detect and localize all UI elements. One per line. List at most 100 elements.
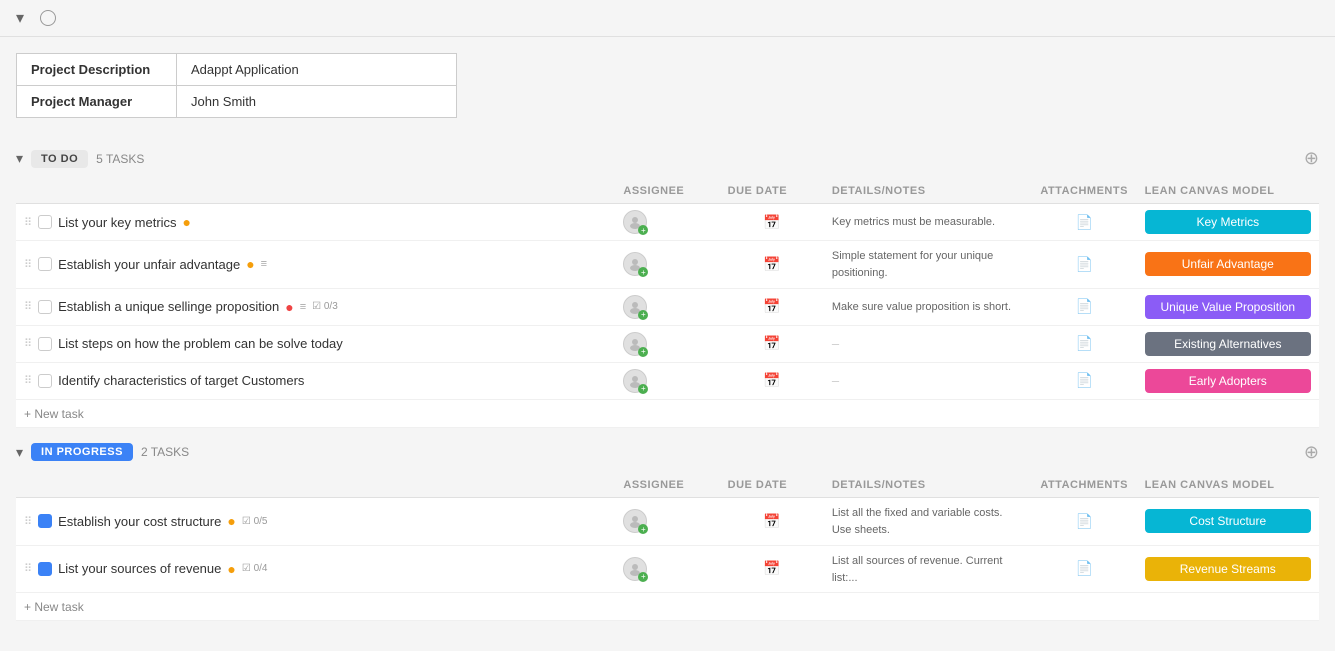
- add-assignee-icon[interactable]: +: [638, 225, 648, 235]
- avatar[interactable]: +: [623, 252, 647, 276]
- add-assignee-icon[interactable]: +: [638, 572, 648, 582]
- attachment-icon[interactable]: 📄: [1076, 560, 1093, 576]
- calendar-icon[interactable]: 📅: [763, 298, 780, 314]
- drag-handle[interactable]: ⠿: [24, 515, 32, 528]
- assignee-col-header: ASSIGNEE: [615, 473, 719, 498]
- avatar[interactable]: +: [623, 210, 647, 234]
- new-task-link[interactable]: + New task: [24, 600, 84, 614]
- due-date-cell[interactable]: 📅: [720, 204, 824, 241]
- add-assignee-icon[interactable]: +: [638, 267, 648, 277]
- attachments-cell[interactable]: 📄: [1032, 204, 1136, 241]
- table-row: ⠿ List steps on how the problem can be s…: [16, 325, 1319, 362]
- attachment-icon[interactable]: 📄: [1076, 256, 1093, 272]
- assignee-cell[interactable]: +: [615, 325, 719, 362]
- tasks-table-todo: ASSIGNEEDUE DATEDETAILS/NOTESATTACHMENTS…: [16, 179, 1319, 428]
- task-name: List your key metrics: [58, 215, 176, 230]
- details-col-header: DETAILS/NOTES: [824, 473, 1032, 498]
- new-task-link[interactable]: + New task: [24, 407, 84, 421]
- avatar[interactable]: +: [623, 332, 647, 356]
- assignee-cell[interactable]: +: [615, 241, 719, 289]
- task-count-inprogress: 2 TASKS: [141, 445, 189, 459]
- avatar[interactable]: +: [623, 369, 647, 393]
- calendar-icon[interactable]: 📅: [763, 513, 780, 529]
- project-info-label: Project Manager: [17, 86, 177, 118]
- task-checkbox[interactable]: [38, 337, 52, 351]
- details-cell: –: [824, 362, 1032, 399]
- due-date-cell[interactable]: 📅: [720, 545, 824, 593]
- drag-handle[interactable]: ⠿: [24, 374, 32, 387]
- attachments-cell[interactable]: 📄: [1032, 362, 1136, 399]
- due-date-cell[interactable]: 📅: [720, 288, 824, 325]
- attachment-icon[interactable]: 📄: [1076, 335, 1093, 351]
- attachments-cell[interactable]: 📄: [1032, 497, 1136, 545]
- assignee-cell[interactable]: +: [615, 362, 719, 399]
- due-date-cell[interactable]: 📅: [720, 497, 824, 545]
- attachment-icon[interactable]: 📄: [1076, 298, 1093, 314]
- attachment-icon[interactable]: 📄: [1076, 513, 1093, 529]
- add-assignee-icon[interactable]: +: [638, 384, 648, 394]
- new-task-button[interactable]: [64, 16, 76, 20]
- due-date-cell[interactable]: 📅: [720, 325, 824, 362]
- drag-handle[interactable]: ⠿: [24, 337, 32, 350]
- section-toggle-inprogress[interactable]: ▾: [16, 444, 23, 461]
- info-icon[interactable]: [40, 10, 56, 26]
- attachments-cell[interactable]: 📄: [1032, 288, 1136, 325]
- table-row: ⠿ List your key metrics ● +📅Key metrics …: [16, 204, 1319, 241]
- avatar[interactable]: +: [623, 509, 647, 533]
- task-name: List your sources of revenue: [58, 561, 221, 576]
- calendar-icon[interactable]: 📅: [763, 372, 780, 388]
- canvas-col-header: LEAN CANVAS MODEL: [1137, 179, 1319, 204]
- attachment-icon[interactable]: 📄: [1076, 372, 1093, 388]
- details-text: List all sources of revenue. Current lis…: [832, 555, 1003, 584]
- avatar[interactable]: +: [623, 295, 647, 319]
- add-section-button-inprogress[interactable]: ⊕: [1304, 442, 1319, 463]
- project-info-row: Project DescriptionAdappt Application: [17, 54, 457, 86]
- assignee-cell[interactable]: +: [615, 288, 719, 325]
- calendar-icon[interactable]: 📅: [763, 560, 780, 576]
- assignee-cell[interactable]: +: [615, 497, 719, 545]
- details-cell: List all the fixed and variable costs. U…: [824, 497, 1032, 545]
- task-checkbox[interactable]: [38, 257, 52, 271]
- task-checkbox[interactable]: [38, 300, 52, 314]
- add-assignee-icon[interactable]: +: [638, 310, 648, 320]
- duedate-col-header: DUE DATE: [720, 473, 824, 498]
- task-name: Establish your unfair advantage: [58, 257, 240, 272]
- drag-handle[interactable]: ⠿: [24, 562, 32, 575]
- table-row: ⠿ Establish your unfair advantage ● ≡ +📅…: [16, 241, 1319, 289]
- due-date-cell[interactable]: 📅: [720, 362, 824, 399]
- due-date-cell[interactable]: 📅: [720, 241, 824, 289]
- assignee-col-header: ASSIGNEE: [615, 179, 719, 204]
- drag-handle[interactable]: ⠿: [24, 216, 32, 229]
- canvas-cell: Key Metrics: [1137, 204, 1319, 241]
- add-assignee-icon[interactable]: +: [638, 524, 648, 534]
- details-col-header: DETAILS/NOTES: [824, 179, 1032, 204]
- add-section-button-todo[interactable]: ⊕: [1304, 148, 1319, 169]
- attachment-icon[interactable]: 📄: [1076, 214, 1093, 230]
- priority-icon: ●: [285, 299, 293, 315]
- project-info-value: Adappt Application: [177, 54, 457, 86]
- attachments-cell[interactable]: 📄: [1032, 545, 1136, 593]
- canvas-cell: Unique Value Proposition: [1137, 288, 1319, 325]
- drag-handle[interactable]: ⠿: [24, 258, 32, 271]
- task-checkbox[interactable]: [38, 215, 52, 229]
- canvas-tag: Key Metrics: [1145, 210, 1311, 234]
- task-checkbox[interactable]: [38, 514, 52, 528]
- task-checkbox[interactable]: [38, 562, 52, 576]
- collapse-button[interactable]: ▾: [16, 8, 24, 28]
- avatar[interactable]: +: [623, 557, 647, 581]
- attach-col-header: ATTACHMENTS: [1032, 473, 1136, 498]
- add-assignee-icon[interactable]: +: [638, 347, 648, 357]
- list-icon: ≡: [300, 301, 306, 313]
- assignee-cell[interactable]: +: [615, 204, 719, 241]
- drag-handle[interactable]: ⠿: [24, 300, 32, 313]
- assignee-cell[interactable]: +: [615, 545, 719, 593]
- task-checkbox[interactable]: [38, 374, 52, 388]
- table-row: ⠿ Establish a unique sellinge propositio…: [16, 288, 1319, 325]
- canvas-tag: Existing Alternatives: [1145, 332, 1311, 356]
- calendar-icon[interactable]: 📅: [763, 256, 780, 272]
- calendar-icon[interactable]: 📅: [763, 335, 780, 351]
- calendar-icon[interactable]: 📅: [763, 214, 780, 230]
- attachments-cell[interactable]: 📄: [1032, 241, 1136, 289]
- attachments-cell[interactable]: 📄: [1032, 325, 1136, 362]
- section-toggle-todo[interactable]: ▾: [16, 150, 23, 167]
